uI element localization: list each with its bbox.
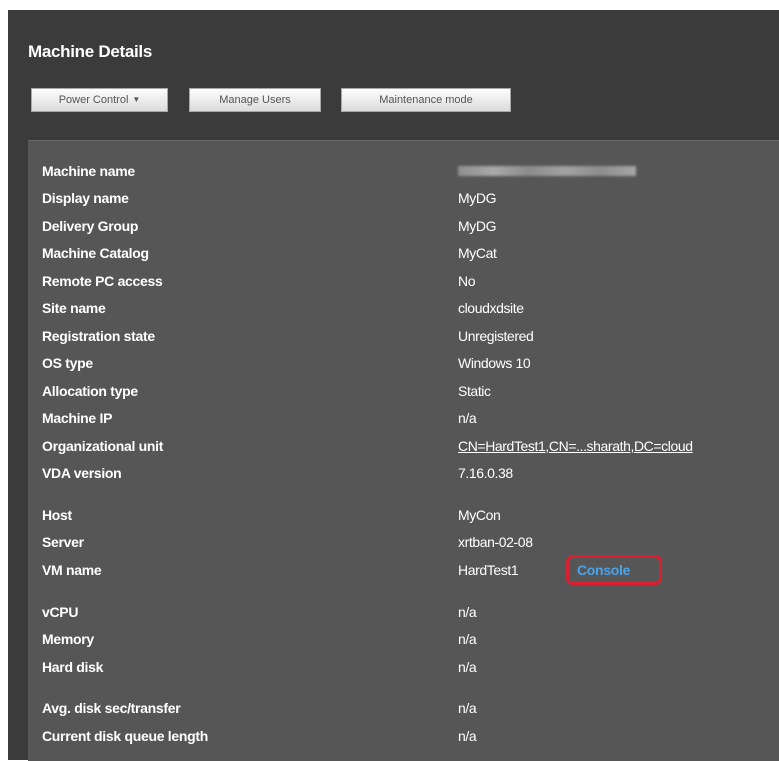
server-label: Server [42,534,84,550]
detail-row-remote-pc-access: Remote PC access No [42,270,779,292]
detail-row-vda-version: VDA version 7.16.0.38 [42,462,779,484]
vda-version-label: VDA version [42,465,122,481]
allocation-type-value: Static [458,383,491,399]
display-name-label: Display name [42,190,129,206]
detail-row-host: Host MyCon [42,504,779,526]
memory-value: n/a [458,631,477,647]
manage-users-button[interactable]: Manage Users [189,88,321,112]
detail-row-hard-disk: Hard disk n/a [42,656,779,678]
disk-queue-label: Current disk queue length [42,728,208,744]
machine-ip-value: n/a [458,410,477,426]
allocation-type-label: Allocation type [42,383,138,399]
server-value: xrtban-02-08 [458,534,533,550]
console-highlight-box: Console [566,555,662,585]
power-control-button[interactable]: Power Control ▼ [31,88,168,112]
registration-state-label: Registration state [42,328,155,344]
host-label: Host [42,507,72,523]
registration-state-value: Unregistered [458,328,534,344]
power-control-label: Power Control [58,94,129,106]
detail-row-machine-catalog: Machine Catalog MyCat [42,242,779,264]
vda-version-value: 7.16.0.38 [458,465,513,481]
detail-row-avg-disk: Avg. disk sec/transfer n/a [42,697,779,719]
vm-name-label: VM name [42,562,102,578]
vcpu-label: vCPU [42,604,79,620]
detail-row-site-name: Site name cloudxdsite [42,297,779,319]
detail-row-delivery-group: Delivery Group MyDG [42,215,779,237]
machine-details-window: Machine Details Power Control ▼ Manage Us… [8,10,779,761]
host-value: MyCon [458,507,501,523]
os-type-value: Windows 10 [458,355,531,371]
machine-catalog-label: Machine Catalog [42,245,149,261]
detail-row-display-name: Display name MyDG [42,187,779,209]
avg-disk-label: Avg. disk sec/transfer [42,700,181,716]
console-link[interactable]: Console [577,559,630,581]
detail-row-organizational-unit: Organizational unit CN=HardTest1,CN=...s… [42,435,779,457]
redacted-blur [458,166,636,176]
page-title: Machine Details [28,42,152,61]
machine-name-label: Machine name [42,163,135,179]
memory-label: Memory [42,631,94,647]
disk-queue-value: n/a [458,728,477,744]
maintenance-mode-button[interactable]: Maintenance mode [341,88,511,112]
site-name-label: Site name [42,300,106,316]
vcpu-value: n/a [458,604,477,620]
detail-row-machine-ip: Machine IP n/a [42,407,779,429]
organizational-unit-label: Organizational unit [42,438,164,454]
detail-row-allocation-type: Allocation type Static [42,380,779,402]
detail-row-registration-state: Registration state Unregistered [42,325,779,347]
detail-row-vcpu: vCPU n/a [42,601,779,623]
caret-down-icon: ▼ [132,95,141,104]
detail-row-machine-name: Machine name [42,160,779,182]
avg-disk-value: n/a [458,700,477,716]
machine-name-value-redacted [458,160,636,182]
machine-ip-label: Machine IP [42,410,113,426]
detail-row-os-type: OS type Windows 10 [42,352,779,374]
hard-disk-value: n/a [458,659,477,675]
organizational-unit-link[interactable]: CN=HardTest1,CN=...sharath,DC=cloud [458,435,693,457]
detail-row-disk-queue: Current disk queue length n/a [42,725,779,747]
delivery-group-label: Delivery Group [42,218,139,234]
detail-row-memory: Memory n/a [42,628,779,650]
display-name-value: MyDG [458,190,497,206]
os-type-label: OS type [42,355,93,371]
detail-row-server: Server xrtban-02-08 [42,531,779,553]
remote-pc-access-label: Remote PC access [42,273,163,289]
machine-catalog-value: MyCat [458,245,497,261]
delivery-group-value: MyDG [458,218,497,234]
hard-disk-label: Hard disk [42,659,104,675]
details-panel: Machine name Display name MyDG Delivery … [28,140,779,761]
remote-pc-access-value: No [458,273,476,289]
vm-name-value: HardTest1 [458,562,519,578]
detail-row-vm-name: VM name HardTest1 Console [42,555,779,585]
site-name-value: cloudxdsite [458,300,524,316]
